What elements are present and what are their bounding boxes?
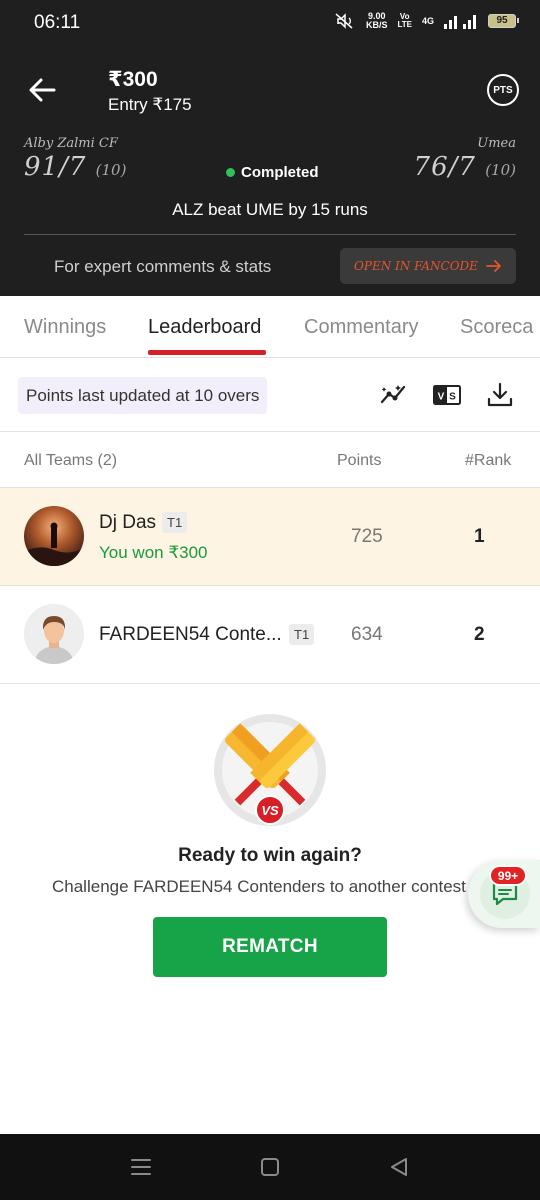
avatar — [24, 506, 84, 566]
compare-vs-icon: V S — [433, 385, 461, 405]
prize-amount: ₹300 — [108, 68, 158, 91]
rematch-title: Ready to win again? — [178, 845, 362, 866]
points-column-header: Points — [337, 452, 382, 469]
tab-scorecard[interactable]: Scoreca — [460, 316, 533, 339]
header-divider — [24, 234, 516, 235]
rematch-subtitle: Challenge FARDEEN54 Contenders to anothe… — [52, 877, 466, 896]
leaderboard-row[interactable]: Dj Das T1 You won ₹300 725 1 — [0, 488, 540, 585]
teams-column-header: All Teams (2) — [24, 452, 118, 469]
leaderboard-row[interactable]: FARDEEN54 Conte... T1 634 2 — [0, 586, 540, 683]
team-badge: T1 — [289, 624, 315, 645]
user-name: FARDEEN54 Conte... — [99, 624, 282, 645]
back-triangle-icon[interactable] — [387, 1156, 411, 1178]
download-button[interactable] — [485, 380, 515, 410]
team-a-score: 91/7 (10) — [24, 152, 126, 182]
team-b-runs: 76/7 — [413, 152, 476, 182]
points-updated-pill: Points last updated at 10 overs — [18, 377, 268, 414]
team-badge: T1 — [162, 512, 188, 533]
player-stats-button[interactable] — [379, 380, 409, 410]
arrow-right-icon — [486, 260, 501, 272]
team-b-score: 76/7 (10) — [414, 152, 516, 182]
match-status-label: Completed — [241, 164, 319, 181]
winnings-label: You won ₹300 — [99, 543, 208, 562]
svg-text:V: V — [438, 392, 445, 403]
menu-icon[interactable] — [129, 1156, 153, 1178]
team-a-overs: (10) — [95, 161, 127, 179]
chat-unread-badge: 99+ — [489, 865, 527, 886]
toolbar-divider — [0, 431, 540, 432]
home-icon[interactable] — [258, 1156, 282, 1178]
points-value: 634 — [351, 624, 383, 645]
crossed-bats-vs-icon: VS — [214, 714, 326, 826]
user-name: Dj Das — [99, 512, 157, 533]
rematch-button[interactable]: REMATCH — [153, 917, 387, 977]
match-result: ALZ beat UME by 15 runs — [172, 200, 368, 219]
tab-leaderboard[interactable]: Leaderboard — [148, 316, 261, 339]
open-in-fancode-button[interactable]: OPEN IN FANCODE — [340, 248, 516, 284]
status-dot-icon — [226, 168, 235, 177]
mute-icon — [335, 13, 353, 29]
user-photo-icon — [24, 506, 84, 566]
team-a-runs: 91/7 — [24, 152, 87, 182]
svg-text:S: S — [449, 392, 456, 403]
back-arrow-icon[interactable] — [26, 74, 58, 106]
points-value: 725 — [351, 526, 383, 547]
rank-value: 1 — [474, 526, 485, 547]
entry-fee: Entry ₹175 — [108, 95, 192, 114]
volte-bottom: LTE — [397, 20, 412, 29]
rank-value: 2 — [474, 624, 485, 645]
match-header: 06:11 9.00 KB/S Vo LTE 4G 95 ₹300 Entry … — [0, 0, 540, 296]
battery-icon: 95 — [488, 14, 519, 28]
rank-column-header: #Rank — [465, 452, 512, 469]
active-tab-indicator — [148, 350, 266, 355]
tab-bar: Winnings Leaderboard Commentary Scoreca — [0, 296, 540, 358]
match-status: Completed — [226, 164, 319, 181]
speed-unit: KB/S — [365, 20, 388, 30]
vs-badge-label: VS — [261, 803, 279, 818]
avatar — [24, 604, 84, 664]
trend-chart-icon — [380, 385, 406, 404]
network-type: 4G — [421, 16, 434, 26]
volte-indicator: Vo LTE — [397, 13, 412, 29]
signal-icon — [444, 15, 476, 29]
default-avatar-icon — [24, 604, 84, 664]
download-icon — [487, 382, 513, 407]
tab-winnings[interactable]: Winnings — [24, 316, 106, 339]
status-icons: 9.00 KB/S Vo LTE 4G 95 — [334, 12, 519, 30]
status-time: 06:11 — [34, 12, 81, 33]
fancode-button-label: OPEN IN FANCODE — [354, 259, 478, 273]
status-bar: 06:11 9.00 KB/S Vo LTE 4G 95 — [0, 0, 540, 48]
expert-comments-text: For expert comments & stats — [54, 257, 272, 276]
team-b-name: Umea — [477, 136, 516, 151]
team-b-overs: (10) — [485, 161, 516, 179]
tab-commentary[interactable]: Commentary — [304, 316, 418, 339]
points-system-button[interactable]: PTS — [487, 74, 519, 106]
row-divider — [0, 683, 540, 684]
team-a-name: Alby Zalmi CF — [24, 136, 118, 151]
compare-teams-button[interactable]: V S — [432, 380, 462, 410]
network-speed: 9.00 KB/S — [366, 12, 388, 30]
system-nav-bar — [0, 1134, 540, 1200]
